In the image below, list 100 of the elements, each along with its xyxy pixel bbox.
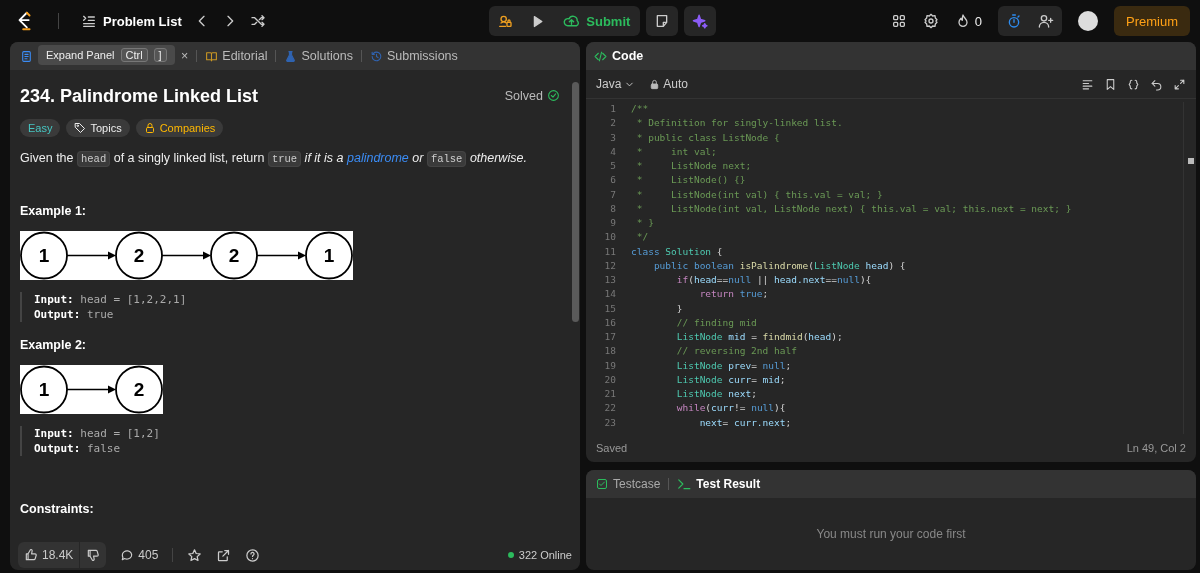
online-count: 322 Online xyxy=(507,549,572,561)
arrow xyxy=(256,251,306,260)
settings-icon[interactable] xyxy=(922,13,939,29)
line-number: 11 xyxy=(603,244,616,259)
code-line: next= curr.next; xyxy=(698,415,792,430)
scroll-marker xyxy=(1188,158,1194,164)
line-number: 9 xyxy=(609,216,616,230)
line-number: 20 xyxy=(603,372,616,387)
list-node: 2 xyxy=(115,365,163,414)
bug-icon xyxy=(497,13,514,29)
share-icon[interactable] xyxy=(216,547,232,563)
lock-icon xyxy=(143,122,156,134)
streak-counter[interactable]: 0 xyxy=(954,13,982,29)
code-line: } xyxy=(675,301,683,316)
tab[interactable]: Solutions xyxy=(282,49,355,63)
problem-list-link[interactable]: Problem List xyxy=(81,13,182,29)
braces-icon[interactable] xyxy=(1127,77,1140,91)
line-number: 5 xyxy=(609,159,616,173)
code-line: * ListNode(int val, ListNode next) { this.val = val; this.next = next; } xyxy=(635,201,1072,216)
code-line: * public class ListNode { xyxy=(635,130,780,145)
tooltip-text: Expand Panel xyxy=(46,49,115,61)
avatar[interactable] xyxy=(1078,11,1098,31)
keyboard-key: ] xyxy=(153,48,167,62)
code-line: ListNode next; xyxy=(675,387,757,401)
line-number: 23 xyxy=(603,415,616,430)
tab[interactable]: Editorial xyxy=(203,49,270,63)
line-number: 12 xyxy=(603,258,616,273)
code-line: * ListNode() {} xyxy=(635,173,746,188)
terminal-icon xyxy=(677,477,692,491)
example-heading: Example 1: xyxy=(20,204,87,218)
line-number: 22 xyxy=(603,401,616,416)
list-node: 1 xyxy=(20,365,68,414)
list-node: 1 xyxy=(20,231,68,280)
tab[interactable]: Testcase xyxy=(596,477,661,491)
notes-button[interactable] xyxy=(646,6,679,36)
tab[interactable]: Test Result xyxy=(677,477,761,491)
help-icon[interactable] xyxy=(245,547,261,563)
line-number: 6 xyxy=(609,173,616,188)
arrow xyxy=(66,385,116,394)
line-number: 3 xyxy=(609,130,616,145)
shuffle-icon[interactable] xyxy=(249,13,266,29)
input-text: Input: head = [1,2] xyxy=(34,426,161,441)
thumbs-down-icon xyxy=(86,548,101,562)
lock-icon xyxy=(649,78,661,90)
check-circle-icon xyxy=(547,89,560,102)
line-number: 10 xyxy=(603,230,616,245)
output-text: Output: false xyxy=(34,441,122,456)
arrow xyxy=(66,251,116,260)
code-line: // reversing 2nd half xyxy=(675,344,797,359)
problem-statement: Given the head of a singly linked list, return true if it is a palindrome or false otherwise. xyxy=(20,150,528,168)
companies-tag[interactable]: Companies xyxy=(135,119,224,137)
code-line: /** xyxy=(631,102,649,116)
keyboard-key: Ctrl xyxy=(120,48,148,62)
ai-button[interactable] xyxy=(684,6,717,36)
output-text: Output: true xyxy=(34,307,115,322)
doc-icon xyxy=(20,49,33,63)
topics-tag[interactable]: Topics xyxy=(66,119,130,137)
premium-button[interactable]: Premium xyxy=(1114,6,1190,36)
history-icon xyxy=(369,49,383,63)
save-status: Saved xyxy=(596,442,628,454)
tab[interactable]: Submissions xyxy=(367,49,460,63)
constraints-heading: Constraints: xyxy=(20,502,95,516)
line-number: 7 xyxy=(609,187,616,202)
difficulty-badge: Easy xyxy=(20,119,61,137)
line-number: 15 xyxy=(603,301,616,316)
code-line: */ xyxy=(635,230,649,245)
undo-icon[interactable] xyxy=(1150,77,1163,91)
list-node: 1 xyxy=(305,231,353,280)
flask-icon xyxy=(284,49,298,63)
star-icon[interactable] xyxy=(187,547,203,563)
code-line: public boolean isPalindrome(ListNode head) { xyxy=(652,258,906,273)
code-line: class Solution { xyxy=(631,244,723,259)
list-node: 2 xyxy=(210,231,258,280)
problem-title: 234. Palindrome Linked List xyxy=(20,86,259,107)
expand-icon[interactable] xyxy=(1173,77,1186,91)
line-number: 13 xyxy=(603,273,616,287)
line-number: 14 xyxy=(603,287,616,302)
palindrome-link[interactable]: palindrome xyxy=(347,151,409,165)
line-number: 1 xyxy=(609,102,616,116)
example-heading: Example 2: xyxy=(20,338,87,352)
close-note-button[interactable]: × xyxy=(179,49,191,63)
cursor-position: Ln 49, Col 2 xyxy=(1126,442,1186,454)
code-line: ListNode curr= mid; xyxy=(675,372,786,387)
grid-icon[interactable] xyxy=(890,13,907,29)
format-icon[interactable] xyxy=(1081,77,1094,91)
speech-bubble-icon xyxy=(120,548,135,562)
code-line: ListNode prev= null; xyxy=(675,358,792,373)
bookmark-icon[interactable] xyxy=(1104,77,1117,91)
list-icon xyxy=(81,13,97,29)
line-number: 18 xyxy=(603,344,616,359)
line-number: 8 xyxy=(609,201,616,216)
thumbs-up-icon xyxy=(24,548,38,562)
sparkle-icon xyxy=(691,12,709,30)
code-line: // finding mid xyxy=(675,315,757,330)
code-line: while(curr!= null){ xyxy=(675,401,786,416)
language-dropdown[interactable]: Java xyxy=(596,77,636,91)
auto-mode-toggle[interactable]: Auto xyxy=(649,77,689,91)
comments-button[interactable]: 405 xyxy=(120,548,159,562)
tag-icon xyxy=(74,122,87,134)
code-line: * int val; xyxy=(635,144,717,159)
